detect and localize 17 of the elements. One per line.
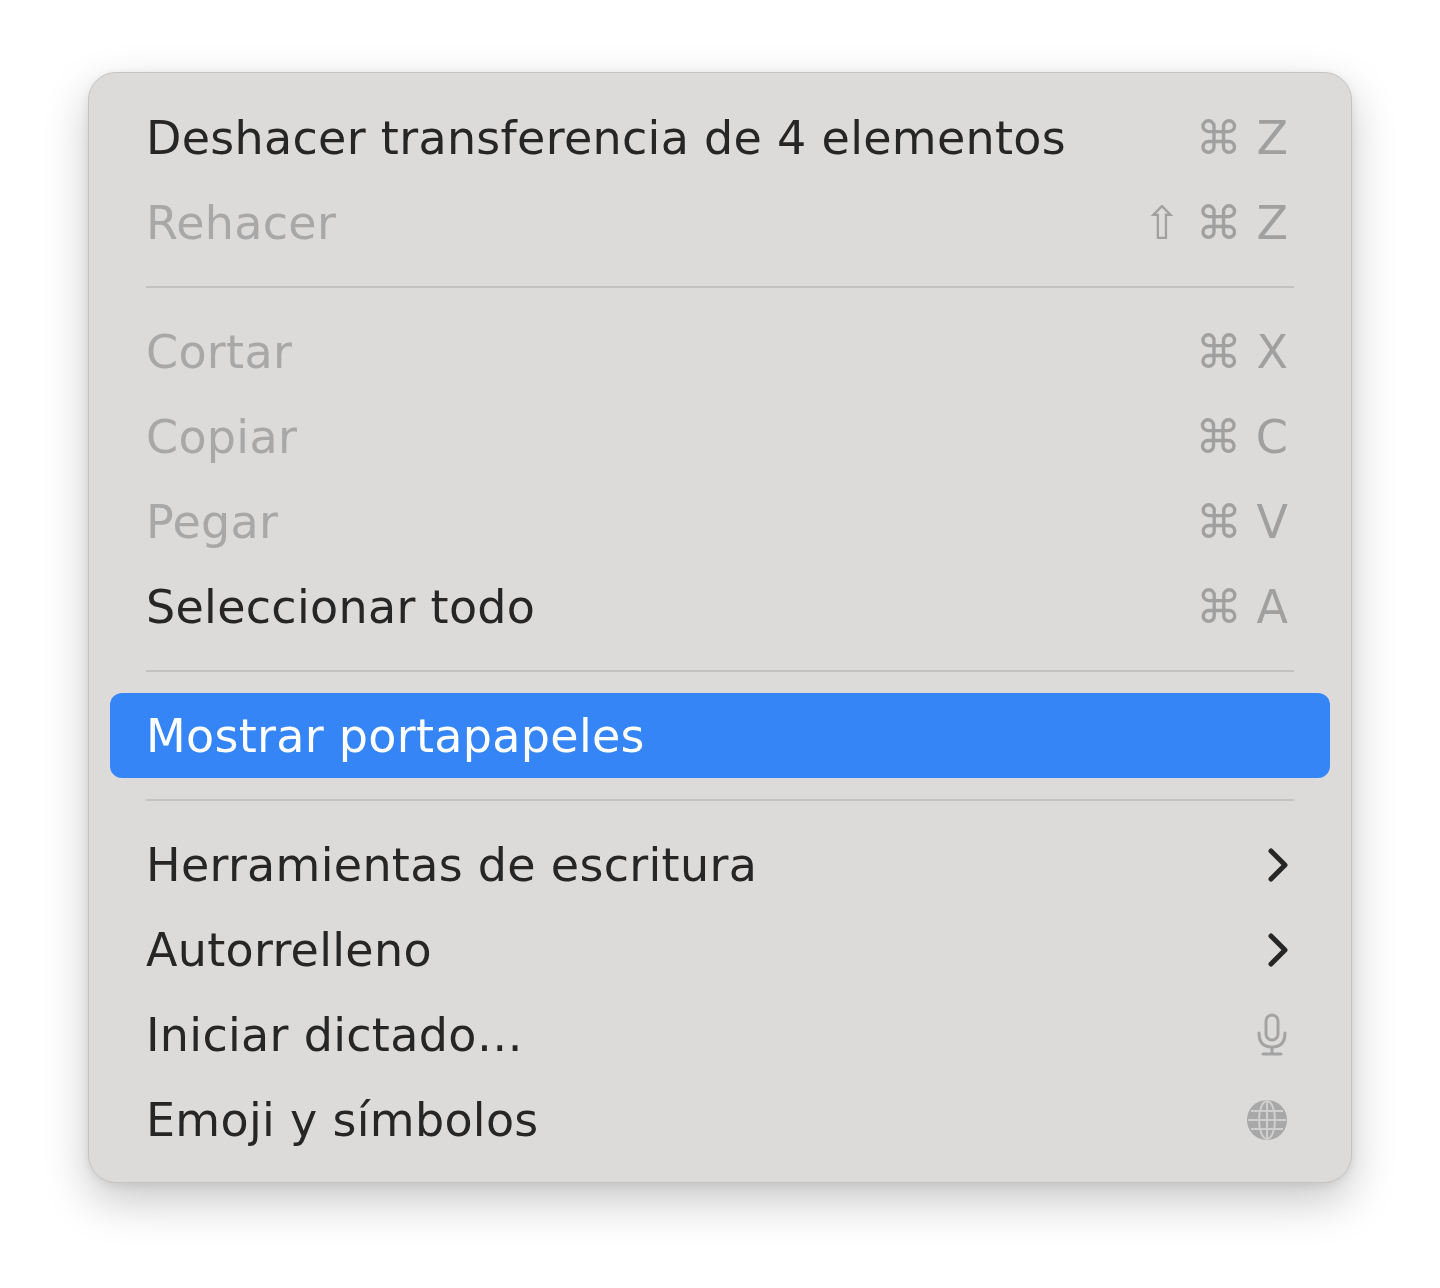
keyboard-shortcut: ⌘ C xyxy=(1195,409,1288,464)
chevron-icon xyxy=(1268,847,1288,882)
menu-item[interactable]: Herramientas de escritura xyxy=(110,822,1330,907)
menu-item[interactable]: Iniciar dictado… xyxy=(110,992,1330,1077)
menu-item[interactable]: Deshacer transferencia de 4 elementos ⌘ Z xyxy=(110,95,1330,180)
menu-item[interactable]: Mostrar portapapeles xyxy=(110,693,1330,778)
keyboard-shortcut: ⌘ V xyxy=(1195,494,1288,549)
keyboard-shortcut: ⌘ X xyxy=(1195,324,1288,379)
globe-icon xyxy=(1246,1098,1288,1141)
chevron-icon xyxy=(1268,932,1288,967)
microphone-icon xyxy=(1256,1012,1288,1057)
menu-item[interactable]: Emoji y símbolos xyxy=(110,1077,1330,1162)
menu-item[interactable]: Seleccionar todo ⌘ A xyxy=(110,564,1330,649)
keyboard-shortcut: ⌘ A xyxy=(1195,579,1288,634)
keyboard-shortcut: ⌘ Z xyxy=(1195,110,1288,165)
menu-item[interactable]: Autorrelleno xyxy=(110,907,1330,992)
keyboard-shortcut: ⇧ ⌘ Z xyxy=(1142,195,1288,250)
